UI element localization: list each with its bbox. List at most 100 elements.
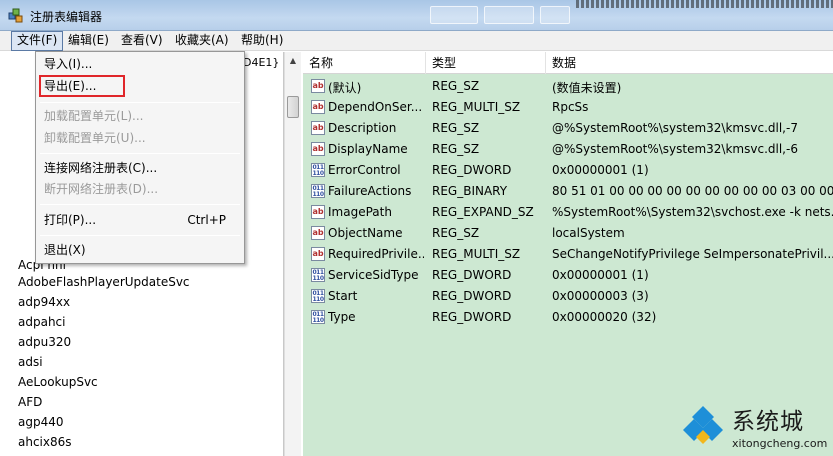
value-type: REG_SZ [432,142,480,156]
value-name: FailureActions [328,184,412,198]
value-row[interactable]: ab Description REG_SZ @%SystemRoot%\system3… [303,118,833,139]
tree-item[interactable]: AFD [18,392,42,412]
value-name: ErrorControl [328,163,401,177]
value-row[interactable]: ab RequiredPrivile... REG_MULTI_SZ SeChange… [303,244,833,265]
value-data: SeChangeNotifyPrivilege SeImpersonatePri… [552,247,833,261]
menu-help[interactable]: 帮助(H) [236,31,288,51]
value-data: (数值未设置) [552,81,622,95]
menu-item-export[interactable]: 导出(E)... [39,75,240,97]
value-row[interactable]: 011 110 ServiceSidType REG_DWORD 0x00000001… [303,265,833,286]
value-row[interactable]: 011 110 FailureActions REG_BINARY 80 51 01 … [303,181,833,202]
tree-item[interactable]: agp440 [18,412,64,432]
value-name: ObjectName [328,226,403,240]
string-value-icon: ab [311,226,325,240]
value-type: REG_SZ [432,226,480,240]
value-type: REG_EXPAND_SZ [432,205,534,219]
string-value-icon: ab [311,205,325,219]
value-type: REG_SZ [432,121,480,135]
value-name: ImagePath [328,205,392,219]
menu-favorites[interactable]: 收藏夹(A) [170,31,234,51]
value-row[interactable]: 011 110 Start REG_DWORD 0x00000003 (3) [303,286,833,307]
value-type: REG_DWORD [432,268,512,282]
value-data: 0x00000001 (1) [552,268,649,282]
value-data: %SystemRoot%\System32\svchost.exe -k net… [552,205,833,219]
value-row[interactable]: 011 110 Type REG_DWORD 0x00000020 (32) [303,307,833,328]
value-name: DisplayName [328,142,408,156]
scroll-up-arrow-icon[interactable]: ▲ [285,52,301,69]
menu-separator [40,204,240,205]
value-data: 0x00000020 (32) [552,310,657,324]
menu-item-print[interactable]: 打印(P)... Ctrl+P [44,210,240,230]
menu-separator [40,102,240,103]
value-type: REG_DWORD [432,289,512,303]
value-data: @%SystemRoot%\system32\kmsvc.dll,-6 [552,142,798,156]
tree-item[interactable]: ahcix86s [18,432,72,452]
value-data: RpcSs [552,100,589,114]
value-row[interactable]: ab ImagePath REG_EXPAND_SZ %SystemRoot%\Sys… [303,202,833,223]
tree-key-fragment[interactable]: D4E1} [243,56,279,69]
value-data: 80 51 01 00 00 00 00 00 00 00 00 00 03 0… [552,184,833,198]
string-value-icon: ab [311,121,325,135]
menu-item-load-hive: 加载配置单元(L)... [44,106,240,126]
string-value-icon: ab [311,247,325,261]
value-type: REG_DWORD [432,310,512,324]
xitongcheng-logo-icon [683,406,723,444]
menu-item-label: 导入(I)... [44,57,93,71]
menu-bar: 文件(F) 编辑(E) 查看(V) 收藏夹(A) 帮助(H) [0,31,833,51]
tree-item[interactable]: adsi [18,352,43,372]
value-name: Description [328,121,397,135]
value-type: REG_MULTI_SZ [432,100,521,114]
string-value-icon: ab [311,79,325,93]
value-name: (默认) [328,81,362,95]
value-data: 0x00000003 (3) [552,289,649,303]
menu-item-label: 卸载配置单元(U)... [44,131,146,145]
menu-edit[interactable]: 编辑(E) [63,31,114,51]
tree-item[interactable]: adpu320 [18,332,71,352]
list-header: 名称 类型 数据 [303,52,833,74]
value-row[interactable]: ab ObjectName REG_SZ localSystem [303,223,833,244]
menu-item-disconnect-network-registry: 断开网络注册表(D)... [44,179,240,199]
value-name: Type [328,310,356,324]
value-row[interactable]: ab DisplayName REG_SZ @%SystemRoot%\system3… [303,139,833,160]
menu-item-label: 退出(X) [44,243,86,257]
tree-item[interactable]: adpahci [18,312,65,332]
menu-item-import[interactable]: 导入(I)... [44,54,240,74]
menu-item-label: 导出(E)... [44,79,97,93]
file-menu-dropdown: 导入(I)... 导出(E)... 加载配置单元(L)... 卸载配置单元(U)… [35,51,245,264]
tree-item[interactable]: AeLookupSvc [18,372,98,392]
background-window-ghost [540,6,570,24]
scrollbar-thumb[interactable] [287,96,299,118]
menu-view[interactable]: 查看(V) [116,31,168,51]
tree-item[interactable]: adp94xx [18,292,70,312]
value-name: ServiceSidType [328,268,419,282]
value-row[interactable]: ab DependOnSer... REG_MULTI_SZ RpcSs [303,97,833,118]
menu-item-label: 加载配置单元(L)... [44,109,144,123]
menu-item-label: 打印(P)... [44,213,97,227]
value-name: Start [328,289,358,303]
values-list[interactable]: 名称 类型 数据 ab (默认) REG_SZ (数值未设置) ab DependOnSe… [303,52,833,456]
watermark-url: xitongcheng.com [732,437,828,450]
value-type: REG_SZ [432,79,480,93]
window-title: 注册表编辑器 [30,10,103,24]
string-value-icon: ab [311,100,325,114]
binary-value-icon: 011 110 [311,163,325,177]
menu-item-unload-hive: 卸载配置单元(U)... [44,128,240,148]
menu-separator [40,235,240,236]
tree-item[interactable]: AdobeFlashPlayerUpdateSvc [18,272,190,292]
value-data: 0x00000001 (1) [552,163,649,177]
value-data: localSystem [552,226,625,240]
value-row[interactable]: ab (默认) REG_SZ (数值未设置) [303,76,833,97]
tree-scrollbar[interactable]: ▲ [284,52,301,456]
column-header-data[interactable]: 数据 [546,52,833,74]
watermark: 系统城 xitongcheng.com [680,400,833,456]
column-header-name[interactable]: 名称 [303,52,426,74]
value-data: @%SystemRoot%\system32\kmsvc.dll,-7 [552,121,798,135]
value-row[interactable]: 011 110 ErrorControl REG_DWORD 0x00000001 (… [303,160,833,181]
binary-value-icon: 011 110 [311,268,325,282]
menu-item-connect-network-registry[interactable]: 连接网络注册表(C)... [44,158,240,178]
menu-item-exit[interactable]: 退出(X) [44,240,240,260]
menu-file[interactable]: 文件(F) [11,31,64,51]
menu-item-label: 连接网络注册表(C)... [44,161,158,175]
value-name: DependOnSer... [328,100,423,114]
column-header-type[interactable]: 类型 [426,52,546,74]
